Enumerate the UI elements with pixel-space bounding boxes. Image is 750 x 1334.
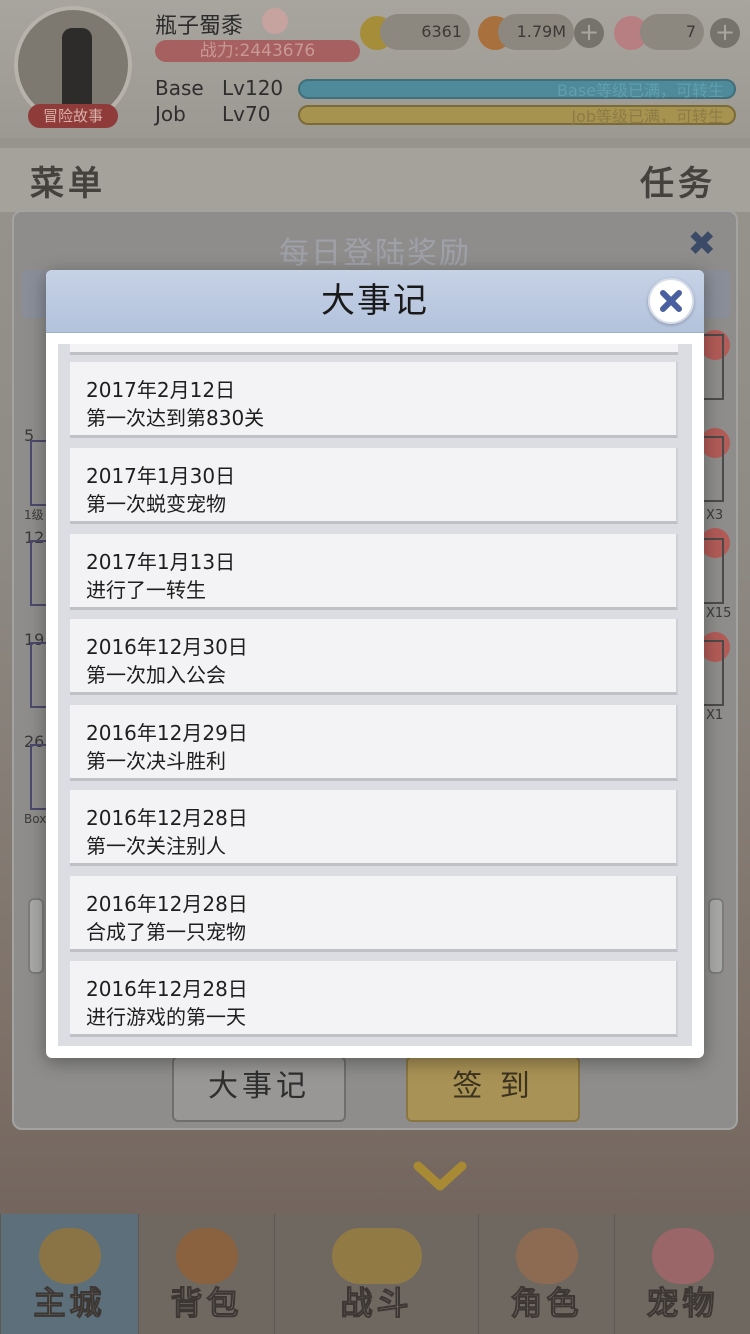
event-date: 2016年12月28日 bbox=[86, 977, 248, 1001]
event-description: 第一次蜕变宠物 bbox=[86, 492, 226, 516]
event-date: 2016年12月28日 bbox=[86, 806, 248, 830]
tab-label: 战斗 bbox=[340, 1284, 413, 1323]
tab-battle[interactable]: 战斗 bbox=[274, 1214, 478, 1334]
menu-strip bbox=[0, 148, 750, 212]
tab-label: 宠物 bbox=[646, 1284, 719, 1323]
tab-label: 主城 bbox=[33, 1284, 106, 1323]
event-item: 2016年12月28日 合成了第一只宠物 bbox=[70, 876, 678, 952]
tab-main-city[interactable]: 主城 bbox=[0, 1214, 138, 1334]
chevron-down-icon[interactable] bbox=[412, 1158, 468, 1194]
tab-character[interactable]: 角色 bbox=[478, 1214, 614, 1334]
player-name: 瓶子蜀黍 bbox=[155, 14, 244, 39]
quest-button[interactable]: 任务 bbox=[640, 156, 716, 205]
panel-clip bbox=[28, 898, 44, 974]
event-date: 2017年1月13日 bbox=[86, 550, 236, 574]
close-icon bbox=[660, 290, 682, 312]
pet-icon bbox=[651, 1228, 714, 1284]
food-amount: 1.79M bbox=[498, 14, 574, 50]
reward-slot bbox=[704, 640, 724, 706]
panel-clip bbox=[708, 898, 724, 974]
combat-power: 战力:2443676 bbox=[155, 40, 360, 62]
reward-slot bbox=[704, 538, 724, 604]
tab-label: 角色 bbox=[510, 1284, 583, 1323]
battle-icon bbox=[331, 1228, 422, 1284]
event-date: 2017年1月30日 bbox=[86, 464, 236, 488]
player-header: 冒险故事 瓶子蜀黍 战力:2443676 6361 1.79M + 7 + Ba… bbox=[0, 0, 750, 138]
reward-slot bbox=[704, 436, 724, 502]
reward-count: X1 bbox=[706, 708, 724, 723]
menu-button[interactable]: 菜单 bbox=[30, 156, 106, 205]
pig-badge-icon bbox=[262, 8, 288, 34]
event-item: 2016年12月30日 第一次加入公会 bbox=[70, 619, 678, 695]
tab-pet[interactable]: 宠物 bbox=[614, 1214, 750, 1334]
avatar-figure bbox=[62, 28, 92, 108]
events-modal-title: 大事记 bbox=[321, 281, 429, 321]
base-exp-bar: Base等级已满，可转生 bbox=[298, 79, 736, 100]
day-sub-label: Box bbox=[24, 812, 47, 826]
daily-login-title: 每日登陆奖励 bbox=[279, 236, 471, 271]
event-description: 合成了第一只宠物 bbox=[86, 920, 246, 944]
pet-count: 7 bbox=[640, 14, 704, 50]
event-description: 第一次关注别人 bbox=[86, 834, 226, 858]
job-exp-bar: Job等级已满，可转生 bbox=[298, 105, 736, 126]
event-date: 2016年12月29日 bbox=[86, 721, 248, 745]
base-level: Lv120 bbox=[222, 76, 284, 100]
event-date: 2016年12月30日 bbox=[86, 635, 248, 659]
event-description: 进行了一转生 bbox=[86, 578, 206, 602]
reward-slot bbox=[704, 334, 724, 400]
event-item: 2017年2月12日 第一次达到第830关 bbox=[70, 362, 678, 438]
event-item: 2016年12月29日 第一次决斗胜利 bbox=[70, 705, 678, 781]
tab-backpack[interactable]: 背包 bbox=[138, 1214, 274, 1334]
base-label: Base bbox=[155, 76, 204, 100]
backpack-icon bbox=[175, 1228, 238, 1284]
close-button[interactable] bbox=[648, 278, 694, 324]
event-date: 2017年2月12日 bbox=[86, 378, 236, 402]
tab-label: 背包 bbox=[170, 1284, 243, 1323]
event-item: 2017年1月30日 第一次蜕变宠物 bbox=[70, 448, 678, 524]
avatar-tag: 冒险故事 bbox=[28, 104, 118, 128]
reward-count: X15 bbox=[706, 606, 732, 621]
castle-icon bbox=[38, 1228, 101, 1284]
events-list[interactable]: 2017年2月12日 第一次达到第830关 2017年1月30日 第一次蜕变宠物… bbox=[58, 344, 692, 1046]
job-level: Lv70 bbox=[222, 102, 271, 126]
add-resource-button[interactable]: + bbox=[574, 18, 604, 48]
event-date: 2016年12月28日 bbox=[86, 892, 248, 916]
list-item bbox=[70, 344, 678, 355]
reward-count: X3 bbox=[706, 508, 724, 523]
day-sub-label: 1级 bbox=[24, 508, 44, 522]
event-item: 2016年12月28日 第一次关注别人 bbox=[70, 790, 678, 866]
event-description: 第一次加入公会 bbox=[86, 663, 226, 687]
event-description: 第一次决斗胜利 bbox=[86, 749, 226, 773]
daily-login-close-icon[interactable]: ✖ bbox=[688, 224, 717, 264]
event-description: 第一次达到第830关 bbox=[86, 406, 265, 430]
events-button[interactable]: 大事记 bbox=[172, 1056, 346, 1122]
events-modal: 大事记 2017年2月12日 第一次达到第830关 2017年1月30日 第一次… bbox=[46, 270, 704, 1058]
gold-amount: 6361 bbox=[380, 14, 470, 50]
add-pet-button[interactable]: + bbox=[710, 18, 740, 48]
job-label: Job bbox=[155, 102, 186, 126]
event-item: 2016年12月28日 进行游戏的第一天 bbox=[70, 961, 678, 1037]
sign-in-button[interactable]: 签 到 bbox=[406, 1056, 580, 1122]
event-item: 2017年1月13日 进行了一转生 bbox=[70, 534, 678, 610]
character-icon bbox=[515, 1228, 578, 1284]
event-description: 进行游戏的第一天 bbox=[86, 1005, 246, 1029]
